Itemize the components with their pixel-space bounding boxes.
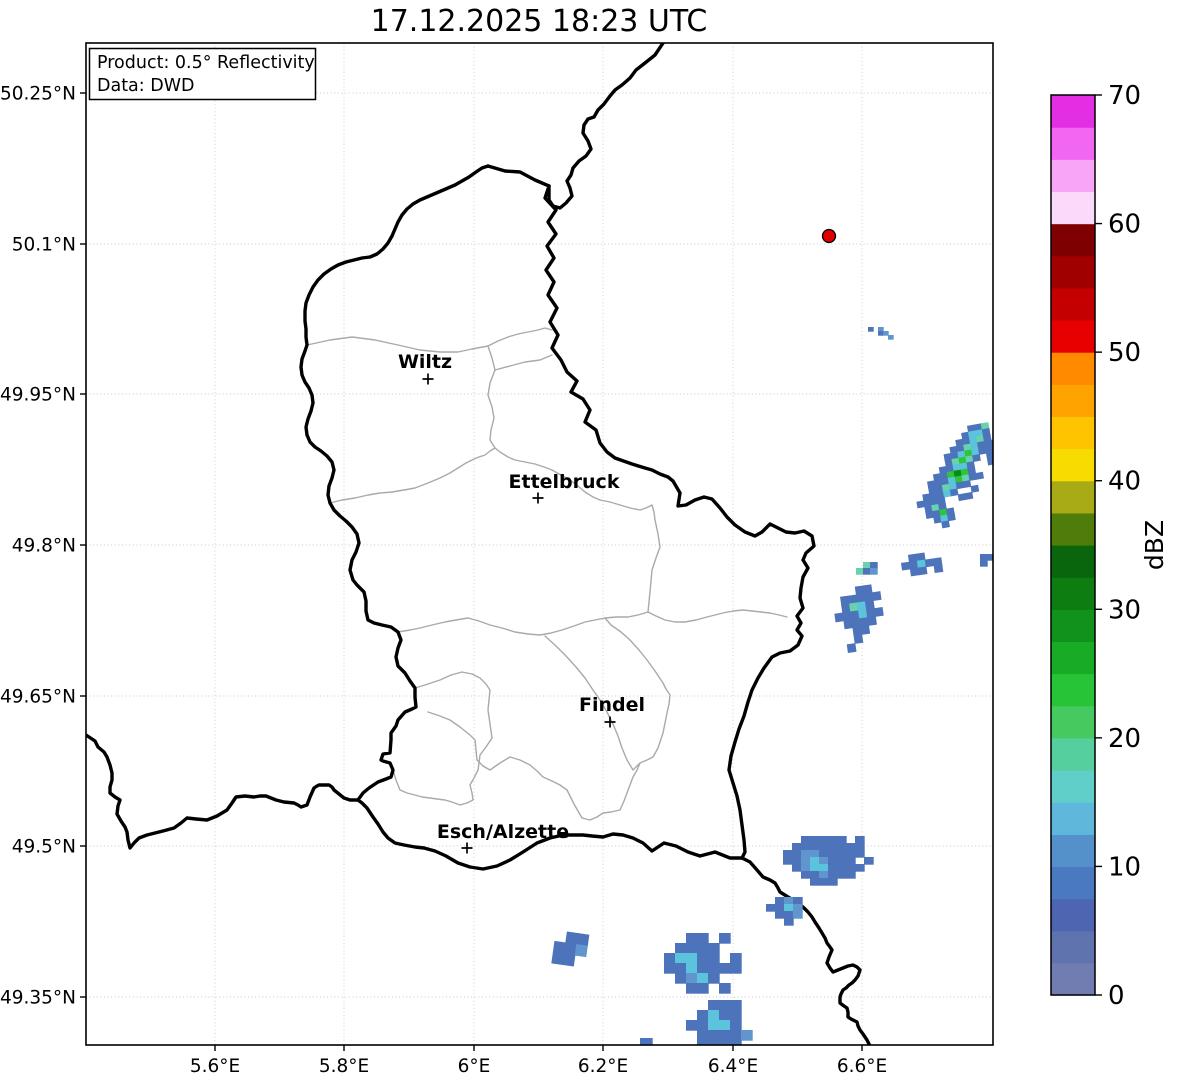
- colorbar-tick-label: 70: [1108, 81, 1141, 111]
- colorbar-tick-label: 30: [1108, 595, 1141, 625]
- colorbar-segment: [1051, 223, 1095, 257]
- info-box-product: Product: 0.5° Reflectivity: [97, 53, 315, 73]
- colorbar-segment: [1051, 95, 1095, 128]
- colorbar-tick-label: 0: [1108, 981, 1125, 1011]
- colorbar-tick-label: 10: [1108, 852, 1141, 882]
- x-tick-label: 6.4°E: [708, 1056, 758, 1077]
- colorbar-segment: [1051, 287, 1095, 321]
- y-tick-label: 50.25°N: [0, 84, 76, 105]
- city-label: Wiltz: [398, 351, 452, 373]
- y-tick-label: 49.35°N: [0, 988, 76, 1009]
- colorbar-tick-label: 20: [1108, 724, 1141, 754]
- colorbar-segment: [1051, 770, 1095, 803]
- x-tick-label: 5.6°E: [190, 1056, 240, 1077]
- x-tick-label: 6.6°E: [837, 1056, 887, 1077]
- colorbar-segment: [1051, 737, 1095, 771]
- colorbar-segment: [1051, 930, 1095, 964]
- colorbar-segment: [1051, 673, 1095, 707]
- colorbar-segment: [1051, 802, 1095, 835]
- colorbar-tick-label: 50: [1108, 338, 1141, 368]
- y-tick-label: 49.65°N: [0, 687, 76, 708]
- colorbar-segment: [1051, 127, 1095, 160]
- city-label: Findel: [579, 694, 645, 716]
- y-tick-label: 49.8°N: [12, 536, 76, 557]
- info-box-source: Data: DWD: [97, 76, 195, 96]
- colorbar-segment: [1051, 545, 1095, 578]
- city-label: Ettelbruck: [509, 471, 620, 493]
- colorbar-segment: [1051, 320, 1095, 353]
- map-overlay: [821, 228, 837, 244]
- colorbar-segment: [1051, 609, 1095, 643]
- info-box: Product: 0.5° Reflectivity Data: DWD: [88, 47, 317, 101]
- figure-background: [0, 0, 1184, 1081]
- colorbar-segment: [1051, 159, 1095, 193]
- colorbar-segment: [1051, 480, 1095, 514]
- x-tick-label: 5.8°E: [319, 1056, 369, 1077]
- colorbar-segment: [1051, 962, 1095, 996]
- colorbar-segment: [1051, 255, 1095, 289]
- y-tick-label: 49.5°N: [12, 837, 76, 858]
- colorbar-segment: [1051, 512, 1095, 546]
- colorbar-tick-label: 40: [1108, 467, 1141, 497]
- colorbar-segment: [1051, 416, 1095, 450]
- colorbar-segment: [1051, 834, 1095, 868]
- colorbar-segment: [1051, 352, 1095, 385]
- radar-site-dot: [821, 228, 837, 244]
- y-tick-label: 49.95°N: [0, 385, 76, 406]
- colorbar-segment: [1051, 384, 1095, 418]
- colorbar-segment: [1051, 705, 1095, 739]
- colorbar-segment: [1051, 448, 1095, 482]
- x-tick-label: 6°E: [458, 1056, 491, 1077]
- city-label: Esch/Alzette: [437, 821, 569, 843]
- x-tick-label: 6.2°E: [578, 1056, 628, 1077]
- radar-map-figure: 17.12.2025 18:23 UTC Wiltz Ettelbruck Find…: [0, 0, 1184, 1081]
- colorbar-segment: [1051, 898, 1095, 932]
- y-tick-label: 50.1°N: [12, 235, 76, 256]
- colorbar-tick-label: 60: [1108, 210, 1141, 240]
- colorbar-segment: [1051, 866, 1095, 900]
- colorbar-segment: [1051, 577, 1095, 610]
- colorbar-segment: [1051, 191, 1095, 225]
- colorbar-axis-label: dBZ: [1140, 520, 1169, 570]
- colorbar-segment: [1051, 641, 1095, 675]
- map-title: 17.12.2025 18:23 UTC: [371, 4, 708, 39]
